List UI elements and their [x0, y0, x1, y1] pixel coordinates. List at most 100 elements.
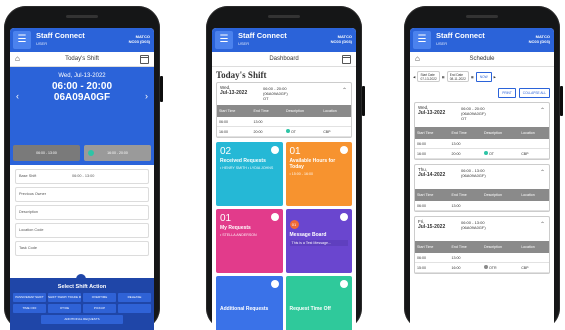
tile-available-hours[interactable]: 01 Available Hours for Today • 15:00 - 1… — [285, 142, 352, 206]
field-description: Description — [15, 205, 149, 220]
app-bar: ☰ Staff Connect USER MATCO NC03 (D03) — [410, 28, 554, 52]
panel-grip-icon[interactable] — [76, 274, 86, 282]
speaker — [66, 15, 98, 18]
start-date-field[interactable]: Start Date 07-13-2022 — [417, 71, 440, 82]
today-shift-card[interactable]: Wed, Jul-13-2022 06:00 - 20:00 (06A09A0G… — [216, 82, 352, 138]
print-button[interactable]: PRINT — [498, 88, 516, 98]
action-button[interactable]: PICKUP — [83, 304, 116, 313]
action-button[interactable]: RELEASE — [118, 293, 151, 302]
action-button-empty[interactable] — [118, 304, 151, 313]
action-button[interactable]: PASSIVEMAP SHIFT — [13, 293, 46, 302]
schedule-day[interactable]: Wed, Jul-13-2022 06:00 - 20:00 (06A09A0G… — [414, 102, 550, 160]
field-previous-owner: Previous Owner — [15, 187, 149, 202]
shift-date: Jul-13-2022 — [220, 90, 248, 96]
page-header: Dashboard — [212, 52, 356, 67]
schedule-controls: PRINT COLLAPSE ALL — [410, 86, 554, 102]
dashboard-tiles: 02 Received Requests • HENRY SMITH • LYD… — [212, 138, 356, 330]
field-base-shift: Base Shift 06:00 - 13:00 — [15, 169, 149, 184]
home-icon[interactable]: ⌂ — [15, 52, 20, 66]
shift-summary: ‹ › Wed, Jul-13-2022 06:00 - 20:00 06A09… — [10, 67, 154, 141]
app-title: Staff Connect — [36, 31, 85, 40]
day-header: Fri, Jul-15-2022 06:00 - 13:00 (06A09A0G… — [418, 219, 545, 230]
tile-request-time-off[interactable]: Request Time Off — [285, 276, 352, 330]
shift-chips: 06:00 - 13:00 16:00 - 20:00 — [10, 141, 154, 165]
selected-indicator-icon — [88, 150, 94, 156]
tile-my-requests[interactable]: 01 My Requests • STELLA ANDERSON — [216, 209, 283, 273]
action-button[interactable]: SHIFT SWAP/ TRADE REQUEST — [48, 293, 81, 302]
action-button[interactable]: TIME OFF — [13, 304, 46, 313]
table-row: 15:00 16:00 OTR CBP — [415, 262, 549, 273]
schedule-day[interactable]: Fri, Jul-15-2022 06:00 - 13:00 (06A09A0G… — [414, 216, 550, 274]
field-task-code: Task Code — [15, 241, 149, 256]
page-title: Schedule — [469, 56, 495, 62]
end-date-field[interactable]: End Date 08-11-2022 — [446, 71, 469, 82]
table-row: 06:00 13:00 — [415, 253, 549, 263]
table-row: 16:00 20:00 OT CBP — [415, 148, 549, 159]
calendar-icon[interactable] — [342, 55, 351, 64]
app-subtitle: USER — [436, 41, 448, 46]
action-button[interactable]: OVERTIME — [83, 293, 116, 302]
shift-chip[interactable]: 06:00 - 13:00 — [13, 145, 80, 161]
shift-table: Start Time End Time Description Location… — [415, 189, 549, 211]
action-grid: PASSIVEMAP SHIFT SHIFT SWAP/ TRADE REQUE… — [10, 290, 154, 324]
shift-action-panel: Select Shift Action PASSIVEMAP SHIFT SHI… — [10, 274, 154, 330]
plus-icon — [270, 213, 279, 221]
chevron-up-icon[interactable]: ⌃ — [342, 87, 347, 94]
shift-code: 06A09A0GF — [53, 92, 111, 103]
day-header: Thu, Jul-14-2022 06:00 - 13:00 (06A09A0G… — [418, 167, 545, 178]
additional-requests-button[interactable]: ADDITIONAL REQUESTS — [40, 315, 124, 324]
table-row: 06:00 13:00 — [415, 201, 549, 211]
phone-dashboard: ☰ Staff Connect USER MATCO NC03 (D03) Da… — [206, 6, 365, 330]
table-row: 16:00 20:00 OT CBP — [217, 126, 351, 137]
chevron-up-icon[interactable]: ⌃ — [540, 107, 545, 114]
next-range-icon[interactable]: ▶ — [494, 75, 496, 79]
calendar-icon[interactable]: ▦ — [471, 75, 474, 79]
prev-day-icon[interactable]: ‹ — [16, 91, 19, 101]
page-title: Dashboard — [269, 56, 299, 62]
status-dot-icon — [483, 265, 488, 269]
table-row: 06:00 13:00 — [217, 117, 351, 127]
shift-table: Start Time End Time Description Location… — [415, 127, 549, 159]
account-info: MATCO NC03 (D03) — [330, 34, 352, 44]
app-bar: ☰ Staff Connect USER MATCO NC03 (D03) — [10, 28, 154, 52]
app-bar: ☰ Staff Connect USER MATCO NC03 (D03) — [212, 28, 356, 52]
chevron-up-icon[interactable]: ⌃ — [540, 221, 545, 228]
action-button[interactable]: OT/OE — [48, 304, 81, 313]
screen: ☰ Staff Connect USER MATCO NC03 (D03) ⌂ … — [10, 28, 154, 330]
shift-time: 06:00 - 20:00 — [51, 81, 113, 92]
shift-chip-selected[interactable]: 16:00 - 20:00 — [84, 145, 151, 161]
home-icon[interactable]: ⌂ — [415, 52, 420, 66]
speaker — [268, 15, 300, 18]
status-dot-icon — [483, 151, 488, 155]
next-day-icon[interactable]: › — [145, 91, 148, 101]
chevron-up-icon[interactable]: ⌃ — [540, 169, 545, 176]
calendar-icon[interactable] — [140, 55, 149, 64]
shift-fields: Base Shift 06:00 - 13:00 Previous Owner D… — [10, 165, 154, 263]
side-button — [560, 86, 563, 116]
prev-range-icon[interactable]: ◀ — [413, 75, 415, 79]
tile-received-requests[interactable]: 02 Received Requests • HENRY SMITH • LYD… — [216, 142, 283, 206]
col-start: Start Time — [217, 105, 252, 117]
shift-card-header: Wed, Jul-13-2022 06:00 - 20:00 (06A09A0G… — [217, 83, 351, 105]
shift-time-block: 06:00 - 20:00 (06A09A0GF) OT — [263, 86, 288, 101]
status-dot-icon — [285, 129, 290, 133]
account-info: MATCO NC03 (D03) — [128, 34, 150, 44]
account-info: MATCO NC03 (D03) — [528, 34, 550, 44]
menu-icon[interactable]: ☰ — [215, 31, 233, 49]
menu-icon[interactable]: ☰ — [413, 31, 431, 49]
message-count-badge: 01 — [289, 220, 299, 229]
calendar-icon[interactable]: ▦ — [442, 75, 445, 79]
app-subtitle: USER — [238, 41, 250, 46]
day-header: Wed, Jul-13-2022 06:00 - 20:00 (06A09A0G… — [418, 105, 545, 121]
menu-icon[interactable]: ☰ — [13, 31, 31, 49]
shift-date: Wed, Jul-13-2022 — [58, 73, 106, 79]
date-range-bar: ◀ Start Date 07-13-2022 ▦ End Date 08-11… — [410, 67, 554, 86]
phone-schedule: ☰ Staff Connect USER MATCO NC03 (D03) ⌂ … — [404, 6, 563, 330]
schedule-day[interactable]: Thu, Jul-14-2022 06:00 - 13:00 (06A09A0G… — [414, 164, 550, 212]
app-title: Staff Connect — [238, 31, 287, 40]
tile-additional-requests[interactable]: Additional Requests — [216, 276, 283, 330]
tile-message-board[interactable]: 01 Message Board This is a Test Message.… — [285, 209, 352, 273]
speaker — [466, 15, 498, 18]
collapse-all-button[interactable]: COLLAPSE ALL — [518, 88, 550, 98]
now-button[interactable]: NOW — [475, 71, 492, 82]
